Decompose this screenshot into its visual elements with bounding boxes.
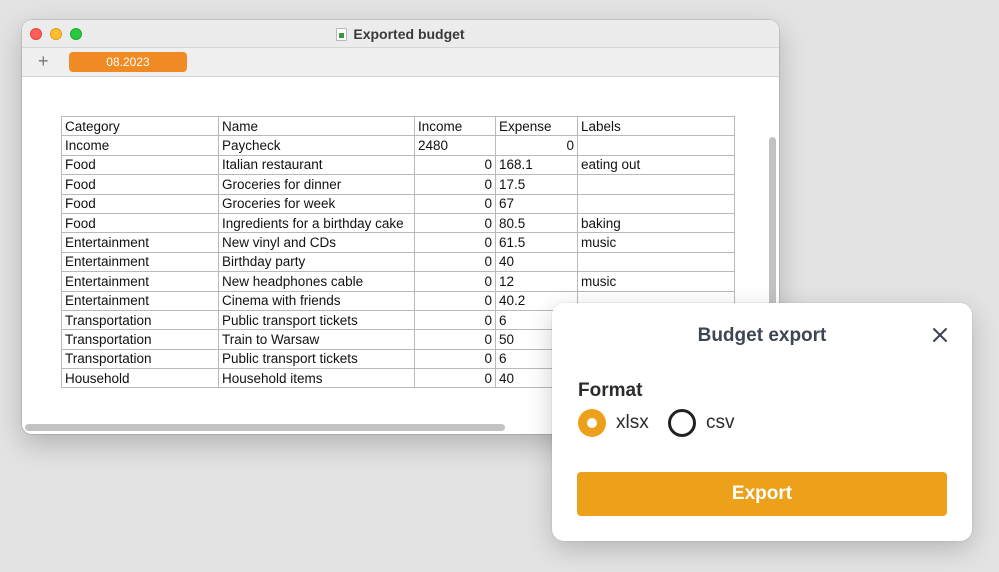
close-icon: [933, 328, 947, 342]
radio-xlsx[interactable]: [578, 409, 606, 437]
radio-label-csv: csv: [706, 412, 735, 433]
table-cell[interactable]: Food: [61, 212, 219, 234]
horizontal-scrollbar[interactable]: [25, 424, 505, 431]
table-cell[interactable]: [577, 193, 735, 214]
table-cell[interactable]: [577, 251, 735, 273]
table-cell[interactable]: 0: [414, 348, 496, 370]
table-row: Entertainment Birthday party 0 40: [61, 251, 735, 273]
title-wrap: Exported budget: [22, 20, 779, 48]
table-cell[interactable]: Entertainment: [61, 232, 219, 253]
budget-export-dialog: Budget export Format xlsx csv Export: [552, 303, 972, 541]
table-cell[interactable]: Household: [61, 368, 219, 389]
sheet-tab-bar: + 08.2023: [22, 48, 779, 77]
table-cell[interactable]: Italian restaurant: [218, 154, 415, 176]
table-cell[interactable]: Household items: [218, 368, 415, 389]
table-cell[interactable]: 67: [495, 193, 578, 214]
table-cell[interactable]: baking: [577, 212, 735, 234]
table-cell[interactable]: 61.5: [495, 232, 578, 253]
table-cell[interactable]: 80.5: [495, 212, 578, 234]
table-cell[interactable]: 0: [414, 154, 496, 176]
table-cell[interactable]: Public transport tickets: [218, 309, 415, 331]
table-cell[interactable]: 0: [495, 135, 578, 156]
table-cell[interactable]: Entertainment: [61, 251, 219, 273]
table-row: Entertainment New headphones cable 0 12 musi…: [61, 271, 735, 292]
table-cell[interactable]: Food: [61, 174, 219, 195]
table-cell[interactable]: Cinema with friends: [218, 290, 415, 311]
table-cell[interactable]: Transportation: [61, 348, 219, 370]
table-cell[interactable]: 0: [414, 212, 496, 234]
header-cell[interactable]: Category: [61, 115, 219, 137]
format-option-csv[interactable]: csv: [668, 409, 735, 437]
table-cell[interactable]: music: [577, 232, 735, 253]
table-cell[interactable]: 168.1: [495, 154, 578, 176]
dialog-close-button[interactable]: [930, 325, 950, 345]
table-row: Food Groceries for dinner 0 17.5: [61, 174, 735, 195]
table-cell[interactable]: 0: [414, 232, 496, 253]
table-cell[interactable]: Transportation: [61, 329, 219, 350]
vertical-scrollbar[interactable]: [769, 137, 776, 307]
table-cell[interactable]: 0: [414, 174, 496, 195]
table-cell[interactable]: 0: [414, 309, 496, 331]
table-cell[interactable]: Train to Warsaw: [218, 329, 415, 350]
table-cell[interactable]: Groceries for dinner: [218, 174, 415, 195]
table-cell[interactable]: 0: [414, 251, 496, 273]
table-row: Food Ingredients for a birthday cake 0 80.5…: [61, 212, 735, 234]
header-cell[interactable]: Expense: [495, 115, 578, 137]
table-cell[interactable]: Groceries for week: [218, 193, 415, 214]
table-cell[interactable]: 0: [414, 329, 496, 350]
radio-csv[interactable]: [668, 409, 696, 437]
table-cell[interactable]: Paycheck: [218, 135, 415, 156]
table-row: Income Paycheck 2480 0: [61, 135, 735, 156]
table-row: Entertainment New vinyl and CDs 0 61.5 music: [61, 232, 735, 253]
table-cell[interactable]: Public transport tickets: [218, 348, 415, 370]
table-cell[interactable]: eating out: [577, 154, 735, 176]
table-cell[interactable]: 0: [414, 271, 496, 292]
table-cell[interactable]: Transportation: [61, 309, 219, 331]
table-cell[interactable]: New vinyl and CDs: [218, 232, 415, 253]
sheet-tab-active[interactable]: 08.2023: [69, 52, 187, 72]
format-label: Format: [578, 380, 643, 401]
table-row: Food Italian restaurant 0 168.1 eating out: [61, 154, 735, 176]
table-cell[interactable]: Birthday party: [218, 251, 415, 273]
window-title: Exported budget: [353, 26, 465, 42]
format-option-xlsx[interactable]: xlsx: [578, 409, 649, 437]
table-cell[interactable]: Income: [61, 135, 219, 156]
table-cell[interactable]: Ingredients for a birthday cake: [218, 212, 415, 234]
table-cell[interactable]: [577, 174, 735, 195]
title-bar[interactable]: Exported budget: [22, 20, 779, 48]
table-cell[interactable]: 17.5: [495, 174, 578, 195]
spreadsheet-document-icon: [336, 27, 348, 41]
table-cell[interactable]: 0: [414, 193, 496, 214]
table-cell[interactable]: Entertainment: [61, 271, 219, 292]
dialog-title: Budget export: [697, 325, 827, 346]
header-cell[interactable]: Income: [414, 115, 496, 137]
table-row: Food Groceries for week 0 67: [61, 193, 735, 214]
table-cell[interactable]: Food: [61, 154, 219, 176]
add-sheet-button[interactable]: +: [38, 51, 49, 71]
radio-label-xlsx: xlsx: [616, 412, 649, 433]
table-cell[interactable]: 40: [495, 251, 578, 273]
table-cell[interactable]: 0: [414, 290, 496, 311]
table-header-row: Category Name Income Expense Labels: [61, 115, 735, 137]
table-cell[interactable]: 0: [414, 368, 496, 389]
table-cell[interactable]: [577, 135, 735, 156]
table-cell[interactable]: Entertainment: [61, 290, 219, 311]
table-cell[interactable]: New headphones cable: [218, 271, 415, 292]
table-cell[interactable]: 12: [495, 271, 578, 292]
header-cell[interactable]: Labels: [577, 115, 735, 137]
export-button[interactable]: Export: [577, 472, 947, 516]
table-cell[interactable]: music: [577, 271, 735, 292]
header-cell[interactable]: Name: [218, 115, 415, 137]
table-cell[interactable]: Food: [61, 193, 219, 214]
table-cell[interactable]: 2480: [414, 135, 496, 156]
